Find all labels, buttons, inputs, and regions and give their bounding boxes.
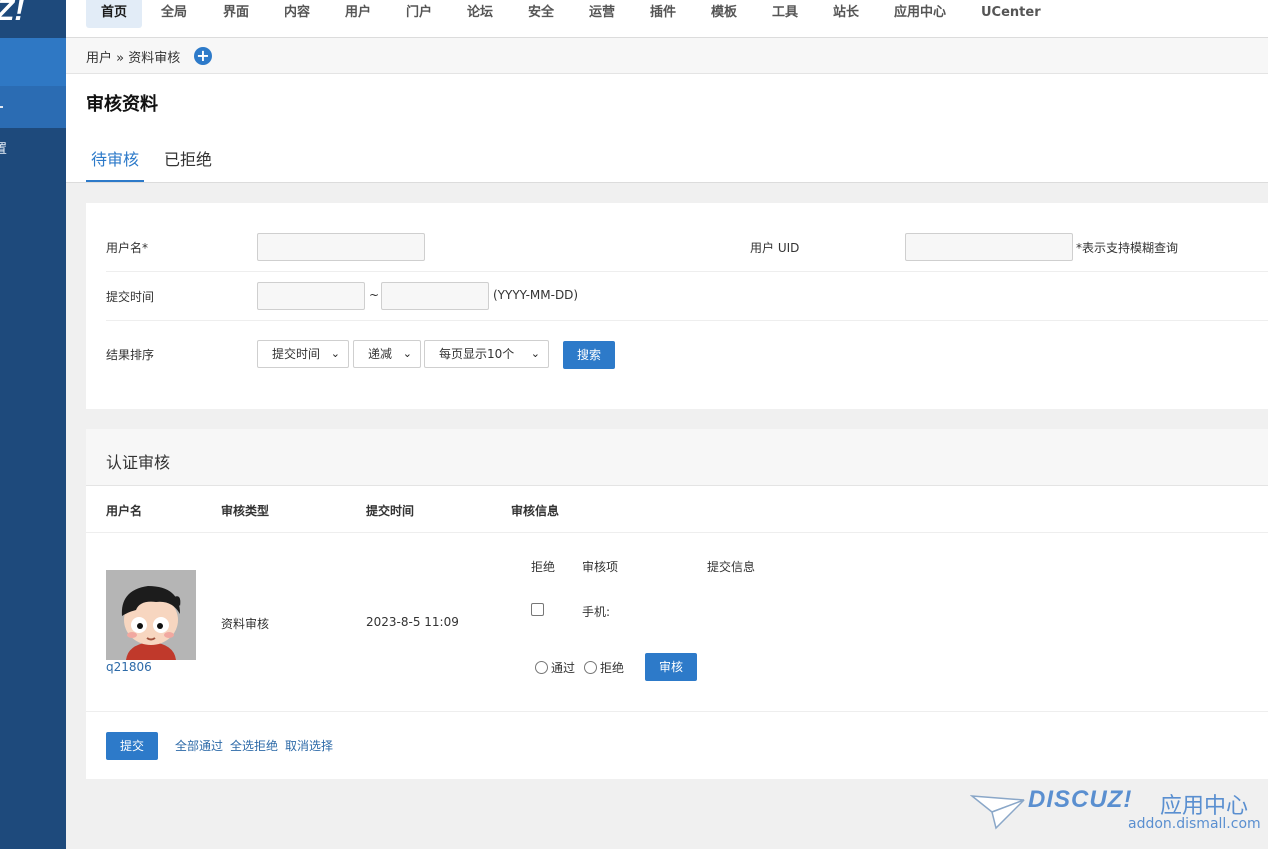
sort-field-select[interactable]: 提交时间 ⌄ bbox=[257, 340, 349, 368]
nav-forum[interactable]: 论坛 bbox=[452, 0, 508, 28]
nav-security[interactable]: 安全 bbox=[513, 0, 569, 28]
paper-plane-icon bbox=[970, 795, 1025, 830]
username-input[interactable] bbox=[257, 233, 425, 261]
nav-interface[interactable]: 界面 bbox=[208, 0, 264, 28]
column-header-type: 审核类型 bbox=[221, 504, 270, 518]
nav-templates[interactable]: 模板 bbox=[696, 0, 752, 28]
time-label: 提交时间 bbox=[106, 290, 155, 304]
nav-users[interactable]: 用户 bbox=[330, 0, 386, 28]
cancel-selection-link[interactable]: 取消选择 bbox=[285, 737, 333, 754]
uid-label: 用户 UID bbox=[750, 241, 800, 255]
audit-panel-header: 认证审核 bbox=[86, 429, 1268, 486]
search-panel: 用户名* 用户 UID *表示支持模糊查询 提交时间 ~ (YYYY-MM-DD… bbox=[86, 203, 1268, 409]
column-header-info: 审核信息 bbox=[511, 504, 560, 518]
uid-input[interactable] bbox=[905, 233, 1073, 261]
reject-radio[interactable] bbox=[584, 661, 597, 674]
page-title: 审核资料 bbox=[86, 94, 158, 115]
sidebar-marker bbox=[0, 106, 3, 108]
submit-time: 2023-8-5 11:09 bbox=[366, 615, 459, 629]
tab-pending[interactable]: 待审核 bbox=[91, 146, 139, 170]
avatar[interactable] bbox=[106, 570, 196, 660]
sort-label: 结果排序 bbox=[106, 348, 155, 362]
chevron-down-icon: ⌄ bbox=[330, 347, 340, 360]
nav-plugins[interactable]: 插件 bbox=[635, 0, 691, 28]
watermark-brand: DISCUZ! bbox=[1028, 786, 1133, 813]
breadcrumb-bar: 用户 » 资料审核 + bbox=[66, 38, 1268, 74]
fuzzy-hint: *表示支持模糊查询 bbox=[1076, 241, 1179, 255]
page-header: 审核资料 待审核 已拒绝 bbox=[66, 74, 1268, 183]
nav-operations[interactable]: 运营 bbox=[574, 0, 630, 28]
discuz-logo[interactable]: Z! bbox=[0, 0, 24, 28]
top-navigation: 首页 全局 界面 内容 用户 门户 论坛 安全 运营 插件 模板 工具 站长 应… bbox=[66, 0, 1268, 38]
review-button[interactable]: 审核 bbox=[645, 653, 697, 681]
sort-order-select[interactable]: 递减 ⌄ bbox=[353, 340, 421, 368]
avatar-illustration bbox=[106, 570, 196, 660]
sub-header-item: 审核项 bbox=[582, 560, 619, 574]
plus-circle-icon[interactable]: + bbox=[194, 47, 212, 65]
reject-all-link[interactable]: 全选拒绝 bbox=[230, 737, 278, 754]
audit-panel-title: 认证审核 bbox=[106, 453, 171, 472]
watermark: DISCUZ! 应用中心 addon.dismall.com bbox=[970, 786, 1261, 836]
date-format-hint: (YYYY-MM-DD) bbox=[493, 288, 579, 302]
per-page-select[interactable]: 每页显示10个 ⌄ bbox=[424, 340, 549, 368]
nav-content[interactable]: 内容 bbox=[269, 0, 325, 28]
username-link[interactable]: q21806 bbox=[106, 660, 152, 674]
row-divider bbox=[86, 532, 1268, 533]
sort-order-value: 递减 bbox=[368, 347, 393, 361]
row-divider bbox=[106, 271, 1268, 272]
nav-webmaster[interactable]: 站长 bbox=[818, 0, 874, 28]
sub-header-reject: 拒绝 bbox=[531, 560, 556, 574]
chevron-down-icon: ⌄ bbox=[402, 347, 412, 360]
sidebar-item-label[interactable]: 置 bbox=[0, 138, 7, 157]
audit-item-phone: 手机: bbox=[582, 605, 611, 619]
username-label: 用户名* bbox=[106, 241, 149, 255]
nav-home[interactable]: 首页 bbox=[86, 0, 143, 28]
watermark-url: addon.dismall.com bbox=[1128, 816, 1261, 832]
per-page-value: 每页显示10个 bbox=[439, 347, 515, 361]
nav-app-center[interactable]: 应用中心 bbox=[879, 0, 961, 28]
audit-panel: 认证审核 用户名 审核类型 提交时间 审核信息 q21806 资料审核 2023… bbox=[86, 429, 1268, 779]
column-header-time: 提交时间 bbox=[366, 504, 415, 518]
tab-rejected[interactable]: 已拒绝 bbox=[164, 146, 212, 170]
search-button[interactable]: 搜索 bbox=[563, 341, 615, 369]
range-separator: ~ bbox=[369, 288, 380, 302]
nav-global[interactable]: 全局 bbox=[146, 0, 202, 28]
pass-radio[interactable] bbox=[535, 661, 548, 674]
breadcrumb: 用户 » 资料审核 bbox=[86, 51, 181, 66]
nav-portal[interactable]: 门户 bbox=[391, 0, 447, 28]
submit-button[interactable]: 提交 bbox=[106, 732, 158, 760]
sidebar: Z! 置 bbox=[0, 0, 66, 849]
reject-checkbox[interactable] bbox=[531, 603, 544, 616]
end-date-input[interactable] bbox=[381, 282, 489, 310]
nav-ucenter[interactable]: UCenter bbox=[966, 0, 1056, 28]
pass-all-link[interactable]: 全部通过 bbox=[175, 737, 223, 754]
audit-type: 资料审核 bbox=[221, 617, 270, 631]
sidebar-item-selected[interactable] bbox=[0, 86, 66, 128]
start-date-input[interactable] bbox=[257, 282, 365, 310]
sidebar-item-active[interactable] bbox=[0, 38, 66, 86]
reject-radio-label: 拒绝 bbox=[600, 661, 625, 675]
sub-header-submitted: 提交信息 bbox=[707, 560, 756, 574]
column-header-username: 用户名 bbox=[106, 504, 143, 518]
chevron-down-icon: ⌄ bbox=[530, 347, 540, 360]
row-divider bbox=[106, 320, 1268, 321]
active-tab-indicator bbox=[86, 180, 144, 182]
nav-tools[interactable]: 工具 bbox=[757, 0, 813, 28]
row-divider bbox=[86, 711, 1268, 712]
pass-radio-label: 通过 bbox=[551, 661, 576, 675]
sort-field-value: 提交时间 bbox=[272, 347, 321, 361]
